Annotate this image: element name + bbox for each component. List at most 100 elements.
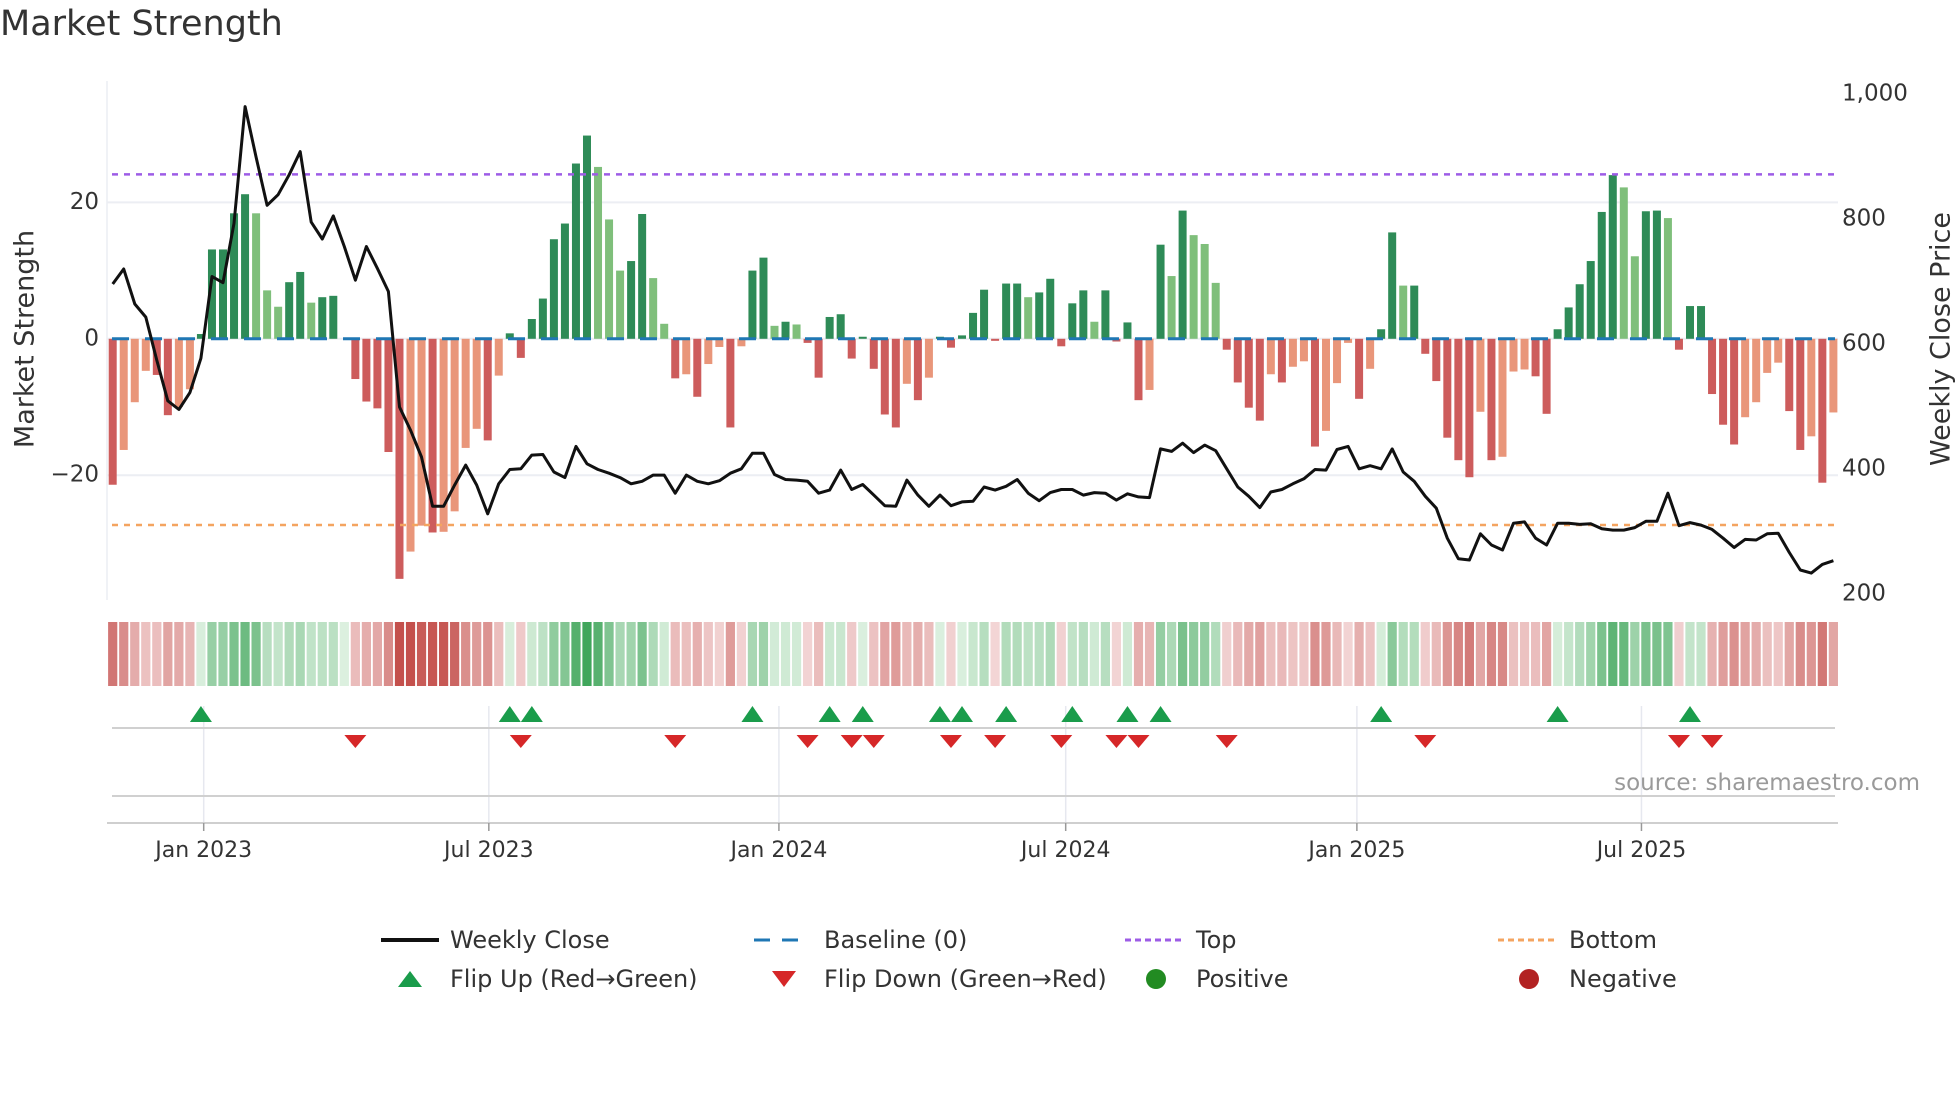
strength-bar [1388,232,1397,339]
flip-down-marker [1414,735,1437,748]
strip-cell [1178,622,1188,686]
strip-cell [1619,622,1629,686]
strip-cell [659,622,669,686]
strip-cell [1751,622,1761,686]
strip-cell [1343,622,1353,686]
x-tick-label: Jul 2025 [1595,838,1687,863]
flip-down-marker [984,735,1007,748]
strength-bar [307,302,316,339]
flip-down-marker [840,735,863,748]
strip-cell [108,622,118,686]
flip-down-marker [1215,735,1238,748]
strength-bar [858,336,867,339]
strength-bar [1310,338,1319,447]
strip-cell [1806,622,1816,686]
strip-cell [394,622,405,686]
strip-cell [416,622,427,686]
flip-up-marker [498,706,521,722]
strength-bar [825,316,834,339]
strength-bar [1134,338,1143,401]
strip-cell [593,622,603,686]
strip-cell [1586,622,1596,686]
strength-bar [1652,210,1661,339]
strength-bar [1553,329,1562,339]
strength-bar [869,338,878,369]
strength-bar [1785,338,1794,412]
strength-bar [241,194,250,339]
strength-bar [1542,338,1551,414]
strip-cell [1475,622,1486,686]
strength-bar [527,319,536,339]
strip-cell [383,622,394,686]
strip-cell [935,622,945,686]
strip-cell [1817,622,1827,686]
strength-bar [704,338,713,365]
flip-up-marker [818,706,841,722]
strip-cell [1762,622,1772,686]
strip-cell [505,622,515,686]
strength-bar [880,338,889,415]
strip-cell [1431,622,1441,686]
strip-cell [1122,622,1133,686]
flip-down-marker [939,735,962,748]
strength-bar [1586,261,1595,339]
x-tick-label: Jul 2024 [1019,838,1111,863]
strip-cell [295,622,305,686]
strength-bar [549,239,558,339]
strength-bar [616,270,625,339]
strength-bar [108,338,117,485]
strength-bar [1421,338,1430,354]
strength-bar [1663,218,1672,339]
y-tick-label: 0 [84,325,99,351]
strip-cell [516,622,526,686]
strip-cell [207,622,217,686]
strength-bar [1068,303,1077,339]
flip-up-marker [1149,706,1172,722]
strip-cell [1133,622,1144,686]
strip-cell [1630,622,1640,686]
strength-bar [1741,338,1750,418]
strength-bar [1476,338,1485,412]
flip-down-marker [664,735,687,748]
x-tick-label: Jan 2024 [728,838,827,863]
strip-cell [1564,622,1574,686]
strength-bar [770,325,779,339]
strip-cell [1442,622,1452,686]
strip-cell [549,622,559,686]
flip-up-marker [1061,706,1084,722]
strip-cell [1100,622,1110,686]
strength-bar [627,261,636,339]
strip-cell [361,622,371,686]
strip-cell [1332,622,1342,686]
strength-bar [1211,282,1220,339]
strength-bar [1266,338,1275,375]
strength-bar [461,338,470,448]
strength-bar [329,295,338,339]
strength-bar [671,338,680,379]
strip-cell [1012,622,1022,686]
strip-cell [571,622,581,686]
strength-bar [252,213,261,339]
strength-bar [1024,297,1033,339]
strip-cell [1420,622,1430,686]
strip-cell [714,622,724,686]
strength-bar [1399,285,1408,339]
strip-cell [1674,622,1684,686]
strip-cell [1144,622,1155,686]
strength-bar [472,338,481,429]
strip-cell [847,622,857,686]
strength-bar [814,338,823,378]
strip-cell [880,622,890,686]
strip-cell [1718,622,1728,686]
strength-bar [748,270,757,339]
strip-cell [317,622,327,686]
y2-tick-label: 400 [1842,455,1886,481]
strength-bar [1244,338,1253,408]
strip-cell [957,622,967,686]
strength-bar [1487,338,1496,461]
strength-bar [494,338,503,376]
strip-cell [494,622,504,686]
strength-bar [969,312,978,339]
strength-bar [1630,256,1639,339]
strength-bar [1465,338,1474,478]
